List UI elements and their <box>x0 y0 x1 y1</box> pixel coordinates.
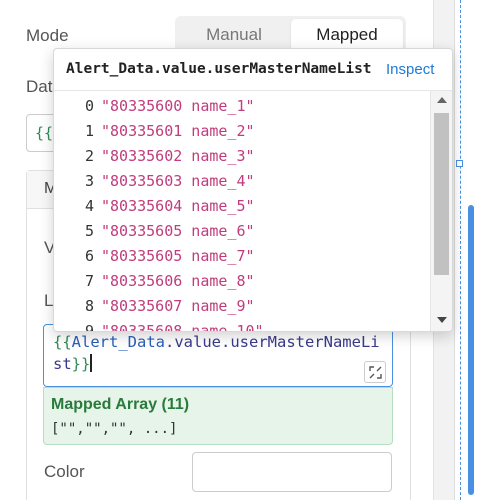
list-item-index: 8 <box>84 297 94 315</box>
list-item-value: "80335608 name_10" <box>101 322 264 331</box>
resize-handle[interactable] <box>456 160 463 167</box>
mode-option-manual[interactable]: Manual <box>178 19 290 51</box>
popup-scroll-thumb[interactable] <box>434 113 449 275</box>
popup-title: Alert_Data.value.userMasterNameList <box>66 61 372 77</box>
list-item-index: 5 <box>84 222 94 240</box>
color-label: Color <box>44 462 85 481</box>
popup-header: Alert_Data.value.userMasterNameList Insp… <box>54 49 452 91</box>
popup-scrollbar[interactable] <box>430 91 452 331</box>
evaluated-value-popup: Alert_Data.value.userMasterNameList Insp… <box>53 48 453 332</box>
list-item-index: 4 <box>84 197 94 215</box>
selection-outline <box>460 0 461 500</box>
list-item: 7 "80335606 name_8" <box>54 272 430 297</box>
list-item-value: "80335605 name_7" <box>101 247 255 265</box>
binding-object: Alert_Data <box>71 333 165 351</box>
list-item: 4 "80335604 name_5" <box>54 197 430 222</box>
expand-editor-icon[interactable] <box>364 361 386 383</box>
canvas-scrollbar[interactable] <box>468 205 474 495</box>
list-item-value: "80335600 name_1" <box>101 97 255 115</box>
list-item-index: 7 <box>84 272 94 290</box>
list-item-index: 3 <box>84 172 94 190</box>
scroll-down-icon[interactable] <box>437 317 447 323</box>
list-item-value: "80335606 name_8" <box>101 272 255 290</box>
list-item: 3 "80335603 name_4" <box>54 172 430 197</box>
list-item-value: "80335602 name_3" <box>101 147 255 165</box>
binding-open-brace: {{ <box>53 333 72 351</box>
color-input[interactable] <box>192 452 392 492</box>
list-item: 6 "80335605 name_7" <box>54 247 430 272</box>
list-item-value: "80335607 name_9" <box>101 297 255 315</box>
list-item: 8 "80335607 name_9" <box>54 297 430 322</box>
list-item-value: "80335604 name_5" <box>101 197 255 215</box>
mode-option-mapped[interactable]: Mapped <box>291 19 403 51</box>
inspect-link[interactable]: Inspect <box>386 61 434 78</box>
list-item-index: 1 <box>84 122 94 140</box>
list-item-value: "80335601 name_2" <box>101 122 255 140</box>
list-item: 0 "80335600 name_1" <box>54 97 430 122</box>
text-caret <box>90 354 92 372</box>
mapped-array-title: Mapped Array (11) <box>51 396 190 413</box>
list-item-index: 2 <box>84 147 94 165</box>
list-item: 9 "80335608 name_10" <box>54 322 430 331</box>
list-item: 5 "80335605 name_6" <box>54 222 430 247</box>
label-binding-input[interactable]: {{Alert_Data.value.userMasterNameList}} <box>43 324 393 387</box>
mode-label: Mode <box>26 26 69 45</box>
list-item-value: "80335605 name_6" <box>101 222 255 240</box>
mapped-array-preview: Mapped Array (11) ["","","", ...] <box>43 387 393 445</box>
binding-close-brace: }} <box>71 355 91 373</box>
data-label: Dat <box>26 77 53 96</box>
value-list: 0 "80335600 name_1" 1 "80335601 name_2" 2 "80… <box>54 93 430 331</box>
list-item-index: 0 <box>84 97 94 115</box>
mapped-array-value: ["","","", ...] <box>51 421 178 437</box>
list-item: 2 "80335602 name_3" <box>54 147 430 172</box>
list-item-index: 6 <box>84 247 94 265</box>
list-item: 1 "80335601 name_2" <box>54 122 430 147</box>
scroll-up-icon[interactable] <box>437 97 447 103</box>
list-item-value: "80335603 name_4" <box>101 172 255 190</box>
list-item-index: 9 <box>84 322 94 331</box>
